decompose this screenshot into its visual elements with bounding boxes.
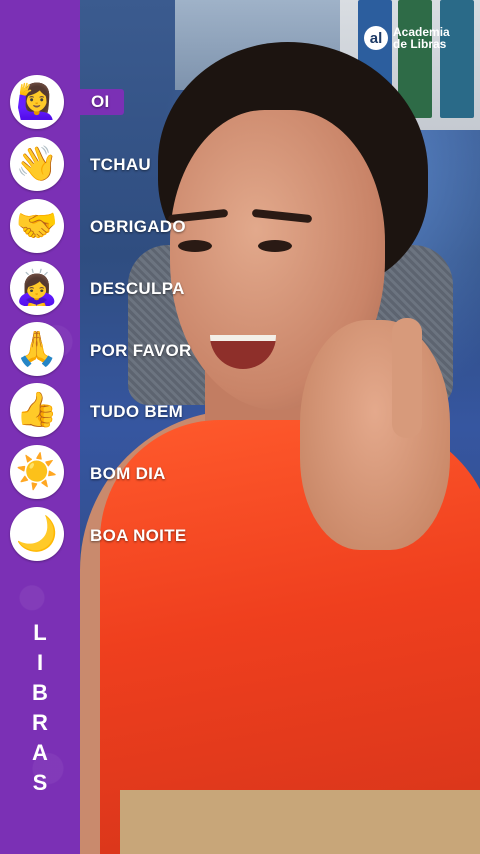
title-letter: A xyxy=(32,740,48,765)
crescent-moon-icon[interactable]: 🌙 xyxy=(10,507,64,561)
label-desculpa[interactable]: DESCULPA xyxy=(90,279,185,299)
title-letter: B xyxy=(32,680,48,705)
eye xyxy=(178,240,212,252)
waistband xyxy=(120,790,480,854)
academia-de-libras-logo: al Academia de Libras xyxy=(364,26,450,50)
label-tudo-bem[interactable]: TUDO BEM xyxy=(90,402,183,422)
title-letter: I xyxy=(36,650,44,675)
label-oi[interactable]: OI xyxy=(80,89,124,115)
handshake-icon[interactable]: 🤝 xyxy=(10,199,64,253)
waving-hand-icon[interactable]: 👋 xyxy=(10,137,64,191)
title-letter: R xyxy=(32,710,48,735)
logo-line2: de Libras xyxy=(393,37,447,51)
raising-hand-icon[interactable]: 🙋‍♀️ xyxy=(10,75,64,129)
label-boa-noite[interactable]: BOA NOITE xyxy=(90,526,187,546)
label-por-favor[interactable]: POR FAVOR xyxy=(90,341,192,361)
binder xyxy=(440,0,474,118)
eye xyxy=(258,240,292,252)
sun-icon[interactable]: ☀️ xyxy=(10,445,64,499)
libras-vertical-title: L I B R A S xyxy=(28,618,52,798)
logo-mark: al xyxy=(364,26,388,50)
raised-finger xyxy=(392,318,422,438)
folded-hands-icon[interactable]: 🙏 xyxy=(10,322,64,376)
thumbs-up-icon[interactable]: 👍 xyxy=(10,383,64,437)
title-letter: S xyxy=(32,770,48,795)
label-tchau[interactable]: TCHAU xyxy=(90,155,151,175)
label-bom-dia[interactable]: BOM DIA xyxy=(90,464,166,484)
title-letter: L xyxy=(33,620,47,645)
bowing-person-icon[interactable]: 🙇‍♀️ xyxy=(10,261,64,315)
presenter-hand xyxy=(300,320,450,550)
logo-text: Academia de Libras xyxy=(393,26,450,50)
label-obrigado[interactable]: OBRIGADO xyxy=(90,217,186,237)
